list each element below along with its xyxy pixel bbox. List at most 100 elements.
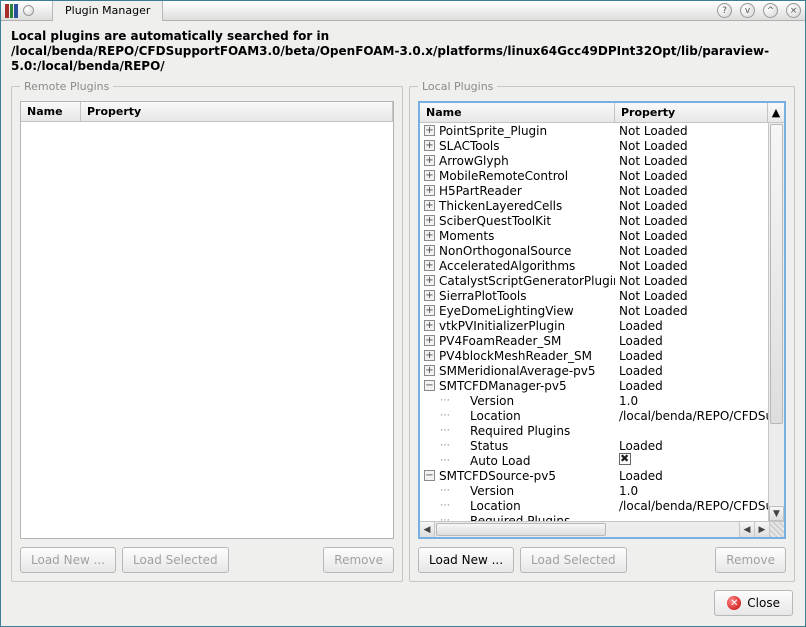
expand-icon[interactable]: +	[424, 230, 435, 241]
table-row[interactable]: −SMTCFDSource-pv5Loaded	[420, 468, 768, 483]
table-row[interactable]: ⋯Location/local/benda/REPO/CFDSu	[420, 498, 768, 513]
row-prop-cell: Not Loaded	[615, 274, 768, 288]
row-name-cell: ⋯Status	[420, 439, 615, 453]
remote-col-prop[interactable]: Property	[81, 102, 393, 121]
table-row[interactable]: ⋯Version1.0	[420, 483, 768, 498]
local-load-new-button[interactable]: Load New ...	[418, 547, 514, 573]
close-label: Close	[747, 596, 780, 610]
search-path-text: Local plugins are automatically searched…	[11, 27, 795, 80]
local-remove-button[interactable]: Remove	[715, 547, 786, 573]
resize-grip-icon[interactable]	[769, 522, 784, 537]
table-row[interactable]: +PV4blockMeshReader_SMLoaded	[420, 348, 768, 363]
table-row[interactable]: −SMTCFDManager-pv5Loaded	[420, 378, 768, 393]
minimize-button[interactable]: v	[740, 3, 755, 18]
row-name-cell: +SLACTools	[420, 139, 615, 153]
collapse-icon[interactable]: −	[424, 470, 435, 481]
table-row[interactable]: ⋯Location/local/benda/REPO/CFDSu	[420, 408, 768, 423]
row-name: CatalystScriptGeneratorPlugin	[439, 274, 615, 288]
scroll-right-icon[interactable]: ◀	[739, 522, 754, 537]
expand-icon[interactable]: +	[424, 200, 435, 211]
expand-icon[interactable]: +	[424, 275, 435, 286]
row-name: NonOrthogonalSource	[439, 244, 571, 258]
row-name: Version	[470, 484, 514, 498]
help-button[interactable]: ?	[717, 3, 732, 18]
expand-icon[interactable]: +	[424, 185, 435, 196]
table-row[interactable]: + CatalystScriptGeneratorPluginNot Loaded	[420, 273, 768, 288]
table-row[interactable]: +ArrowGlyphNot Loaded	[420, 153, 768, 168]
expand-icon[interactable]: +	[424, 365, 435, 376]
horizontal-scrollbar[interactable]: ◀ ◀ ▶	[420, 521, 784, 537]
close-button[interactable]: ✕ Close	[714, 590, 793, 616]
row-prop-cell: Not Loaded	[615, 139, 768, 153]
table-row[interactable]: +ThickenLayeredCellsNot Loaded	[420, 198, 768, 213]
expand-icon[interactable]: +	[424, 170, 435, 181]
expand-icon[interactable]: +	[424, 125, 435, 136]
table-row[interactable]: ⋯Required Plugins	[420, 513, 768, 521]
row-name-cell: ⋯Required Plugins	[420, 514, 615, 522]
local-plugins-group: Local Plugins Name Property ▲ +PointSpri…	[409, 80, 795, 582]
remote-load-new-button[interactable]: Load New ...	[20, 547, 116, 573]
scroll-left-icon[interactable]: ◀	[420, 522, 435, 537]
hscroll-thumb[interactable]	[436, 523, 606, 536]
table-row[interactable]: ⋯Required Plugins	[420, 423, 768, 438]
table-row[interactable]: +NonOrthogonalSourceNot Loaded	[420, 243, 768, 258]
expand-icon[interactable]: +	[424, 215, 435, 226]
remote-remove-button[interactable]: Remove	[323, 547, 394, 573]
row-name-cell: + PV4FoamReader_SM	[420, 334, 615, 348]
table-row[interactable]: +SciberQuestToolKitNot Loaded	[420, 213, 768, 228]
row-name: SciberQuestToolKit	[439, 214, 551, 228]
expand-icon[interactable]: +	[424, 320, 435, 331]
scroll-up-icon[interactable]: ▲	[768, 103, 784, 122]
row-prop-cell: Not Loaded	[615, 304, 768, 318]
expand-icon[interactable]: +	[424, 350, 435, 361]
table-row[interactable]: + PV4FoamReader_SM Loaded	[420, 333, 768, 348]
scroll-right2-icon[interactable]: ▶	[754, 522, 769, 537]
row-name: H5PartReader	[439, 184, 522, 198]
expand-icon[interactable]: +	[424, 290, 435, 301]
table-row[interactable]: +H5PartReaderNot Loaded	[420, 183, 768, 198]
expand-icon[interactable]: +	[424, 260, 435, 271]
row-prop-cell: Not Loaded	[615, 199, 768, 213]
expand-icon[interactable]: +	[424, 245, 435, 256]
scroll-down-icon[interactable]: ▼	[769, 506, 784, 521]
vertical-scrollbar[interactable]: ▼	[768, 123, 784, 521]
close-window-button[interactable]: ×	[786, 3, 801, 18]
table-row[interactable]: +vtkPVInitializerPluginLoaded	[420, 318, 768, 333]
row-prop-cell: Not Loaded	[615, 229, 768, 243]
row-name-cell: + SciberQuestToolKit	[420, 214, 615, 228]
row-name-cell: ⋯Version	[420, 394, 615, 408]
table-row[interactable]: ⋯Auto Load	[420, 453, 768, 468]
local-col-name[interactable]: Name	[420, 103, 615, 122]
table-row[interactable]: +MomentsNot Loaded	[420, 228, 768, 243]
local-table-body[interactable]: +PointSprite_PluginNot Loaded+SLACToolsN…	[420, 123, 768, 521]
row-name-cell: ⋯Required Plugins	[420, 424, 615, 438]
autoload-checkbox[interactable]	[619, 453, 631, 465]
collapse-icon[interactable]: −	[424, 380, 435, 391]
expand-icon[interactable]: +	[424, 140, 435, 151]
remote-load-selected-button[interactable]: Load Selected	[122, 547, 229, 573]
scrollbar-thumb[interactable]	[770, 124, 783, 424]
row-name-cell: + CatalystScriptGeneratorPlugin	[420, 274, 615, 288]
table-row[interactable]: +SLACToolsNot Loaded	[420, 138, 768, 153]
remote-col-name[interactable]: Name	[21, 102, 81, 121]
row-prop-cell: Not Loaded	[615, 124, 768, 138]
tree-branch-icon: ⋯	[440, 500, 449, 511]
table-row[interactable]: ⋯Version1.0	[420, 393, 768, 408]
row-name: PV4FoamReader_SM	[439, 334, 561, 348]
table-row[interactable]: +SMMeridionalAverage-pv5Loaded	[420, 363, 768, 378]
local-load-selected-button[interactable]: Load Selected	[520, 547, 627, 573]
remote-plugins-group: Remote Plugins Name Property Load New ..…	[11, 80, 403, 582]
table-row[interactable]: +SierraPlotToolsNot Loaded	[420, 288, 768, 303]
row-prop-cell: Loaded	[615, 334, 768, 348]
maximize-button[interactable]: ^	[763, 3, 778, 18]
local-col-prop[interactable]: Property	[615, 103, 768, 122]
table-row[interactable]: +AcceleratedAlgorithmsNot Loaded	[420, 258, 768, 273]
title-pin-icon[interactable]	[23, 5, 34, 16]
table-row[interactable]: +MobileRemoteControlNot Loaded	[420, 168, 768, 183]
table-row[interactable]: +EyeDomeLightingViewNot Loaded	[420, 303, 768, 318]
expand-icon[interactable]: +	[424, 335, 435, 346]
expand-icon[interactable]: +	[424, 155, 435, 166]
expand-icon[interactable]: +	[424, 305, 435, 316]
table-row[interactable]: ⋯StatusLoaded	[420, 438, 768, 453]
table-row[interactable]: +PointSprite_PluginNot Loaded	[420, 123, 768, 138]
